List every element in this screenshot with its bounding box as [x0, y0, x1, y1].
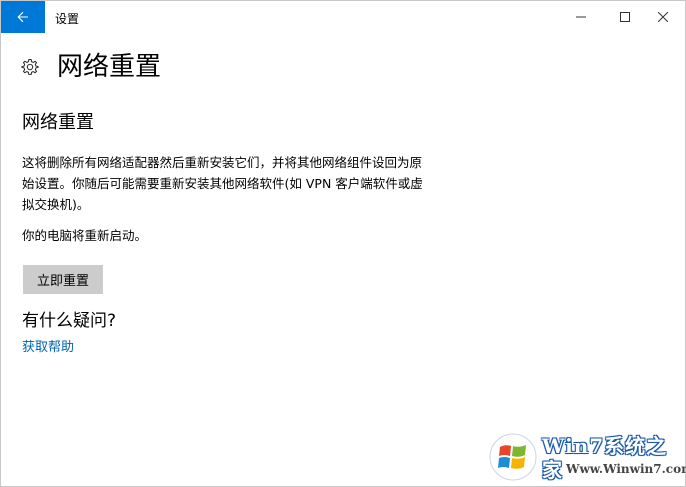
gear-icon: [21, 59, 39, 75]
settings-window: 设置 网络重置 网络重置 这将删除所有网络适配器然后重新安装它们，并将其他网络组…: [0, 0, 686, 487]
maximize-icon: [620, 12, 630, 22]
close-icon: [658, 12, 668, 22]
minimize-icon: [576, 16, 586, 18]
minimize-button[interactable]: [559, 1, 603, 33]
settings-content: 网络重置 网络重置 这将删除所有网络适配器然后重新安装它们，并将其他网络组件设回…: [1, 33, 685, 486]
back-arrow-icon: [17, 11, 28, 23]
reset-description: 这将删除所有网络适配器然后重新安装它们，并将其他网络组件设回为原始设置。你随后可…: [22, 155, 423, 212]
page-header: 网络重置: [21, 52, 161, 82]
close-button[interactable]: [641, 1, 685, 33]
restart-note: 你的电脑将重新启动。: [22, 228, 148, 243]
section-title: 网络重置: [22, 112, 94, 133]
windows-logo-icon: [489, 433, 537, 481]
title-bar: 设置: [1, 1, 685, 33]
app-title: 设置: [55, 12, 80, 26]
get-help-link[interactable]: 获取帮助: [22, 339, 74, 357]
faq-title: 有什么疑问?: [22, 311, 117, 331]
watermark-site: Www.Winwin7.com: [566, 462, 686, 476]
reset-now-button[interactable]: 立即重置: [23, 265, 103, 294]
watermark: Win7系统之家 Www.Winwin7.com: [486, 430, 686, 487]
page-title: 网络重置: [57, 52, 162, 82]
back-button[interactable]: [1, 1, 45, 33]
